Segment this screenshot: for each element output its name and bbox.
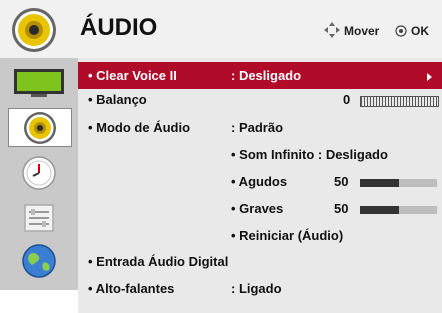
menu-item-infinite-sound[interactable]: • Som Infinito : Desligado xyxy=(78,141,442,168)
sidebar-item-audio[interactable] xyxy=(8,108,72,147)
menu-item-clear-voice[interactable]: • Clear Voice II : Desligado xyxy=(78,62,442,89)
move-hint: Mover xyxy=(344,24,380,38)
menu-item-treble[interactable]: • Agudos 50 xyxy=(78,168,442,195)
sidebar-item-option[interactable] xyxy=(8,198,70,235)
speaker-icon xyxy=(12,8,56,52)
bass-value: 50 xyxy=(334,201,349,216)
bass-slider[interactable] xyxy=(360,206,437,214)
sidebar-item-network[interactable] xyxy=(8,242,70,279)
treble-slider[interactable] xyxy=(360,179,437,187)
menu-item-reset[interactable]: • Reiniciar (Áudio) xyxy=(78,222,442,249)
menu-item-label: • Modo de Áudio xyxy=(88,120,191,135)
menu-item-label: • Alto-falantes xyxy=(88,281,175,296)
audio-settings-panel: • Clear Voice II : Desligado • Balanço 0… xyxy=(78,58,442,313)
menu-item-label: • Entrada Áudio Digital xyxy=(88,254,229,269)
ok-circle-icon xyxy=(395,25,407,37)
menu-header: ÁUDIO Mover OK xyxy=(0,0,442,58)
arrow-right-icon xyxy=(427,73,432,81)
page-title: ÁUDIO xyxy=(80,14,158,41)
move-arrows-icon xyxy=(324,22,340,38)
menu-item-digital-audio-out[interactable]: • Entrada Áudio Digital xyxy=(78,248,442,275)
sidebar-item-picture[interactable] xyxy=(8,64,70,101)
menu-item-label: • Reiniciar (Áudio) xyxy=(231,228,344,243)
sidebar-item-time[interactable] xyxy=(8,154,70,191)
toolbox-icon xyxy=(24,203,54,232)
menu-item-speakers[interactable]: • Alto-falantes : Ligado xyxy=(78,275,442,302)
tv-screen-icon xyxy=(14,68,64,97)
ok-hint: OK xyxy=(411,24,429,38)
menu-item-value: : Padrão xyxy=(231,120,284,135)
menu-item-label: • Graves xyxy=(231,201,284,216)
menu-item-balance[interactable]: • Balanço 0 xyxy=(78,86,442,113)
menu-item-audio-mode[interactable]: • Modo de Áudio : Padrão xyxy=(78,114,442,141)
globe-icon xyxy=(22,243,56,278)
osd-menu: ÁUDIO Mover OK • Clear Voice II: Deslig… xyxy=(0,0,442,313)
menu-item-label: • Agudos xyxy=(231,174,288,189)
bass-slider-fill xyxy=(360,206,399,214)
menu-item-bass[interactable]: • Graves 50 xyxy=(78,195,442,222)
menu-item-value: : Desligado xyxy=(231,68,302,83)
menu-item-label: • Clear Voice II xyxy=(88,68,177,83)
category-sidebar xyxy=(0,58,78,290)
treble-slider-fill xyxy=(360,179,399,187)
menu-item-value: : Ligado xyxy=(231,281,282,296)
speaker-icon xyxy=(24,111,56,144)
treble-value: 50 xyxy=(334,174,349,189)
clock-icon xyxy=(22,155,56,190)
balance-slider[interactable] xyxy=(360,96,439,107)
menu-item-label: • Som Infinito : Desligado xyxy=(231,147,388,162)
menu-item-label: • Balanço xyxy=(88,92,147,107)
balance-value: 0 xyxy=(343,92,351,107)
